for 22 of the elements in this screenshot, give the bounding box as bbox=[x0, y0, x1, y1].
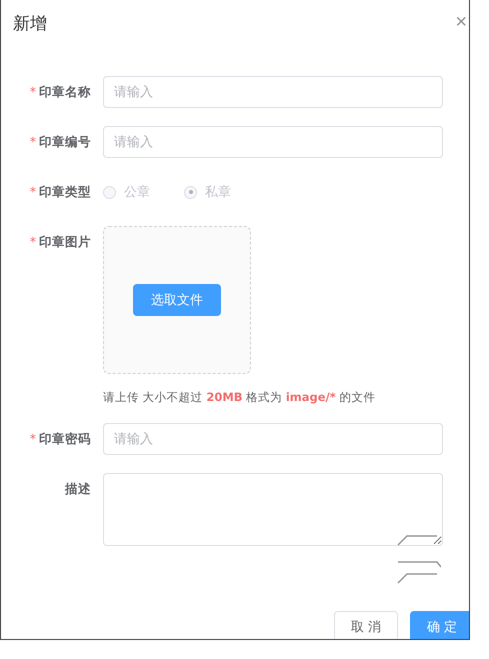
field-label: 印章密码 bbox=[39, 430, 91, 448]
input-field[interactable]: 请输入 bbox=[103, 423, 443, 455]
dialog-title: 新增 bbox=[13, 13, 47, 35]
field-label: 印章类型 bbox=[39, 183, 91, 201]
field-label: 印章编号 bbox=[39, 133, 91, 151]
upload-area[interactable]: 选取文件 bbox=[103, 226, 251, 374]
required-mark: * bbox=[30, 183, 36, 201]
input-field[interactable]: 请输入 bbox=[103, 126, 443, 158]
required-mark: * bbox=[30, 233, 36, 251]
required-mark: * bbox=[30, 430, 36, 448]
choose-file-button[interactable]: 选取文件 bbox=[133, 284, 221, 316]
required-mark: * bbox=[30, 133, 36, 151]
confirm-button[interactable]: 确 定 bbox=[410, 611, 469, 639]
description-field[interactable] bbox=[103, 473, 443, 546]
close-button[interactable]: × bbox=[455, 12, 467, 32]
cancel-button[interactable]: 取 消 bbox=[334, 611, 398, 639]
field-label: 描述 bbox=[65, 480, 91, 498]
upload-hint: 请上传 大小不超过 20MB 格式为 image/* 的文件 bbox=[103, 390, 376, 405]
field-label: 印章图片 bbox=[39, 233, 91, 251]
input-field[interactable]: 请输入 bbox=[103, 76, 443, 108]
required-mark: * bbox=[30, 83, 36, 101]
field-label: 印章名称 bbox=[39, 83, 91, 101]
